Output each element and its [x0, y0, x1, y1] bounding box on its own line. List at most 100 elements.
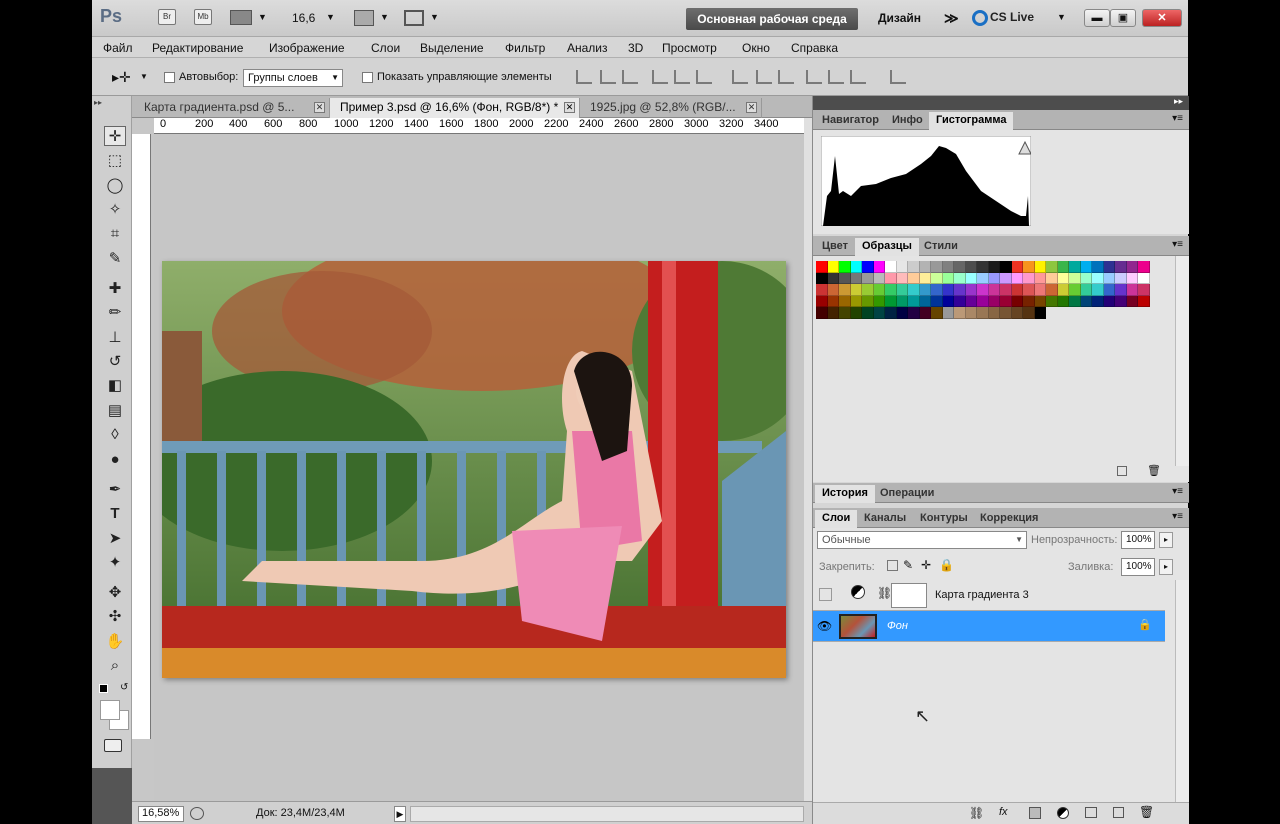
link-icon[interactable]: ⛓	[877, 586, 892, 600]
color-swatch[interactable]	[816, 295, 828, 307]
add-mask-icon[interactable]	[1029, 807, 1041, 819]
color-swatch[interactable]	[1115, 261, 1127, 273]
healing-brush-icon[interactable]: ✚	[104, 279, 126, 299]
autoselect-select[interactable]: Группы слоев ▼	[243, 69, 343, 87]
color-swatch[interactable]	[988, 261, 1000, 273]
fx-icon[interactable]: fx	[999, 806, 1008, 818]
color-swatch[interactable]	[988, 307, 1000, 319]
status-info-icon[interactable]	[190, 807, 204, 820]
color-swatch[interactable]	[988, 295, 1000, 307]
horizontal-scrollbar[interactable]	[410, 806, 804, 822]
marquee-tool-icon[interactable]: ⬚	[104, 151, 126, 171]
color-swatch[interactable]	[850, 295, 862, 307]
workspace-essentials-button[interactable]: Основная рабочая среда	[686, 8, 858, 30]
color-swatch[interactable]	[977, 284, 989, 296]
color-swatch[interactable]	[1115, 295, 1127, 307]
color-swatch[interactable]	[1034, 284, 1046, 296]
chevron-down-icon[interactable]: ▼	[380, 12, 389, 22]
color-swatch[interactable]	[1138, 284, 1150, 296]
color-swatch[interactable]	[1034, 307, 1046, 319]
default-colors-icon[interactable]	[99, 684, 108, 693]
color-swatch[interactable]	[850, 261, 862, 273]
color-swatch[interactable]	[942, 307, 954, 319]
layer-name[interactable]: Карта градиента 3	[935, 589, 1029, 601]
color-swatch[interactable]	[1138, 295, 1150, 307]
new-swatch-icon[interactable]	[1117, 466, 1127, 476]
close-icon[interactable]: ✕	[564, 102, 575, 113]
tab-layers[interactable]: Слои	[815, 510, 858, 528]
color-swatch[interactable]	[1069, 295, 1081, 307]
distribute-left-icon[interactable]	[806, 70, 822, 84]
collapse-arrows-icon[interactable]: ▸▸	[1174, 96, 1183, 107]
maximize-button[interactable]: ▣	[1110, 9, 1136, 27]
menu-select[interactable]: Выделение	[420, 41, 484, 55]
align-left-icon[interactable]	[652, 70, 668, 84]
layer-row-background[interactable]: 👁 Фон 🔒	[813, 611, 1165, 642]
menu-image[interactable]: Изображение	[269, 41, 345, 55]
tab-actions[interactable]: Операции	[873, 485, 941, 503]
color-swatch[interactable]	[839, 272, 851, 284]
color-swatch[interactable]	[908, 284, 920, 296]
color-swatch[interactable]	[954, 272, 966, 284]
type-tool-icon[interactable]: T	[104, 504, 126, 524]
eye-icon[interactable]: 👁	[817, 619, 832, 633]
tab-info[interactable]: Инфо	[885, 112, 930, 130]
foreground-color-swatch[interactable]	[100, 700, 120, 720]
zoom-tool-icon[interactable]: ⌕	[104, 656, 126, 676]
distribute-hcenter-icon[interactable]	[828, 70, 844, 84]
more-workspaces-button[interactable]: ≫	[944, 10, 959, 27]
distribute-top-icon[interactable]	[732, 70, 748, 84]
tab-example-3[interactable]: Пример 3.psd @ 16,6% (Фон, RGB/8*) * ✕	[330, 98, 580, 118]
color-swatch[interactable]	[1011, 295, 1023, 307]
color-swatch[interactable]	[885, 307, 897, 319]
color-swatch[interactable]	[850, 272, 862, 284]
color-swatch[interactable]	[827, 307, 839, 319]
lock-position-icon[interactable]: ✛	[921, 558, 931, 572]
tab-gradient-map[interactable]: Карта градиента.psd @ 5... ✕	[134, 98, 330, 118]
close-icon[interactable]: ✕	[314, 102, 325, 113]
link-layers-icon[interactable]: ⛓	[969, 806, 984, 820]
color-swatch[interactable]	[1057, 272, 1069, 284]
distribute-bottom-icon[interactable]	[778, 70, 794, 84]
color-swatch[interactable]	[839, 307, 851, 319]
adjustment-icon[interactable]	[1057, 807, 1069, 819]
color-swatch[interactable]	[965, 295, 977, 307]
color-swatch[interactable]	[816, 307, 828, 319]
menu-edit[interactable]: Редактирование	[152, 41, 243, 55]
color-swatch[interactable]	[1023, 284, 1035, 296]
color-swatch[interactable]	[1126, 261, 1138, 273]
new-layer-icon[interactable]	[1113, 807, 1124, 818]
workspace-design-button[interactable]: Дизайн	[878, 11, 921, 25]
history-brush-icon[interactable]: ↺	[104, 352, 126, 372]
color-swatch[interactable]	[1046, 261, 1058, 273]
color-swatch[interactable]	[873, 272, 885, 284]
align-bottom-icon[interactable]	[622, 70, 638, 84]
eyedropper-tool-icon[interactable]: ✎	[104, 249, 126, 269]
color-swatch[interactable]	[862, 272, 874, 284]
color-swatch[interactable]	[931, 284, 943, 296]
color-swatch[interactable]	[954, 261, 966, 273]
opacity-slider-button[interactable]: ▸	[1159, 532, 1173, 548]
color-swatch[interactable]	[1034, 272, 1046, 284]
menu-filter[interactable]: Фильтр	[505, 41, 545, 55]
crop-tool-icon[interactable]: ⌗	[104, 224, 126, 244]
lock-all-icon[interactable]: 🔒	[939, 558, 954, 572]
color-swatch[interactable]	[1000, 261, 1012, 273]
color-swatch[interactable]	[1126, 272, 1138, 284]
color-swatch[interactable]	[839, 284, 851, 296]
color-swatch[interactable]	[1126, 295, 1138, 307]
color-swatch[interactable]	[1069, 272, 1081, 284]
eraser-tool-icon[interactable]: ◧	[104, 376, 126, 396]
color-swatch[interactable]	[1046, 284, 1058, 296]
document-vertical-scrollbar[interactable]	[804, 118, 812, 801]
color-swatch[interactable]	[988, 272, 1000, 284]
tab-navigator[interactable]: Навигатор	[815, 112, 886, 130]
color-swatch[interactable]	[885, 295, 897, 307]
color-swatch[interactable]	[1000, 295, 1012, 307]
color-swatch[interactable]	[896, 295, 908, 307]
color-swatch[interactable]	[977, 307, 989, 319]
chevron-down-icon[interactable]: ▼	[258, 12, 267, 22]
fill-slider-button[interactable]: ▸	[1159, 559, 1173, 575]
stamp-tool-icon[interactable]: ⊥	[104, 328, 126, 348]
canvas[interactable]	[154, 134, 804, 801]
